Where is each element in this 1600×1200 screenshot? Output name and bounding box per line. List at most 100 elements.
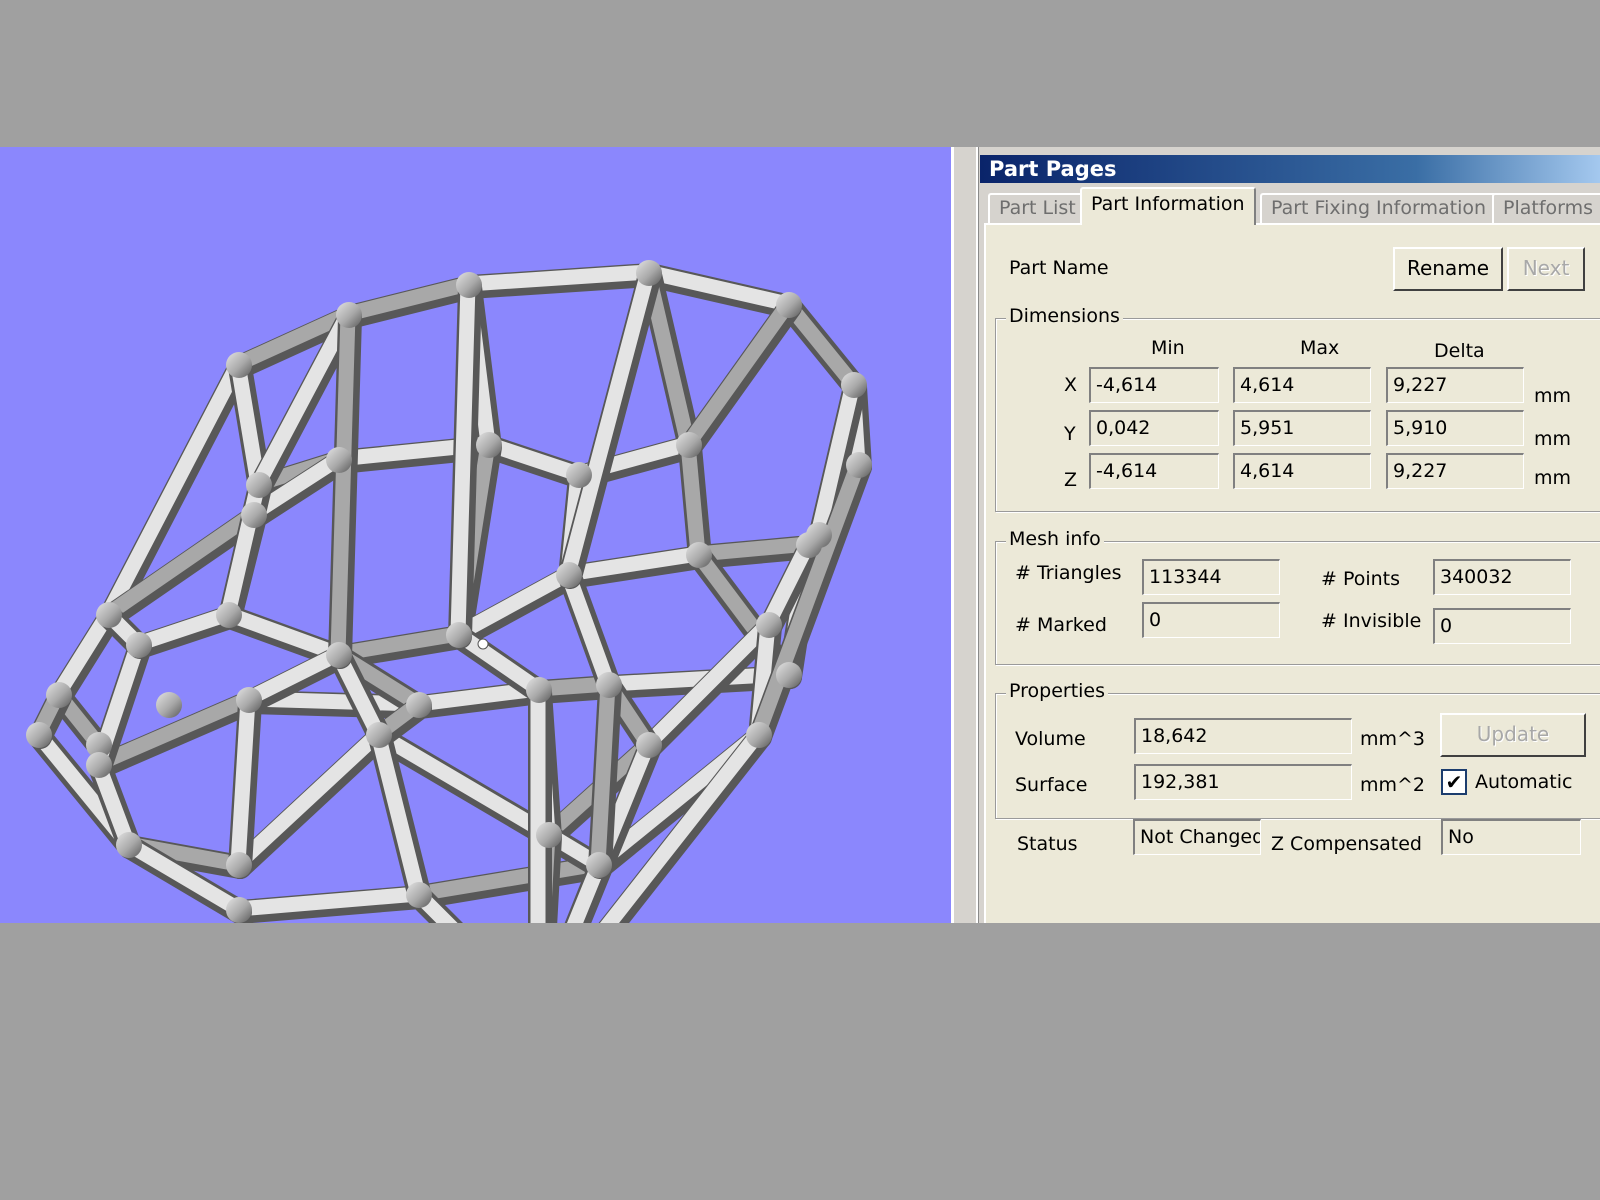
lattice-node: [126, 632, 152, 658]
x-max-field[interactable]: 4,614: [1233, 367, 1371, 403]
3d-viewport[interactable]: [0, 147, 951, 923]
z-max-field[interactable]: 4,614: [1233, 453, 1371, 489]
strut: [450, 276, 476, 642]
strut: [230, 356, 266, 492]
lattice-node: [636, 260, 662, 286]
volume-unit: mm^3: [1360, 728, 1426, 750]
update-button[interactable]: Update: [1440, 713, 1586, 757]
triangles-field[interactable]: 113344: [1142, 559, 1280, 595]
col-max-label: Max: [1300, 337, 1340, 359]
lattice-node: [756, 612, 782, 638]
invisible-label: # Invisible: [1321, 610, 1422, 632]
lattice-node: [336, 302, 362, 328]
lattice-node: [326, 642, 352, 668]
lattice-node: [776, 662, 802, 688]
part-information-page: Part Name Rename Next Dimensions Min Max…: [984, 223, 1600, 923]
triangles-label: # Triangles: [1015, 562, 1122, 584]
x-unit-label: mm: [1534, 385, 1572, 407]
rename-button[interactable]: Rename: [1393, 247, 1503, 291]
lattice-node: [526, 677, 552, 703]
lattice-node: [241, 502, 267, 528]
lattice-node: [556, 562, 582, 588]
surface-field[interactable]: 192,381: [1134, 764, 1352, 800]
z-delta-field[interactable]: 9,227: [1386, 453, 1524, 489]
surface-label: Surface: [1015, 774, 1088, 796]
tab-part-fixing-information[interactable]: Part Fixing Information: [1260, 193, 1498, 223]
lattice-node: [46, 682, 72, 708]
strut: [560, 566, 616, 692]
y-max-field[interactable]: 5,951: [1233, 410, 1371, 446]
lattice-node: [226, 897, 252, 923]
automatic-checkbox[interactable]: ✔: [1441, 769, 1467, 795]
axis-z-label: Z: [1064, 469, 1078, 491]
col-delta-label: Delta: [1434, 340, 1485, 362]
lattice-node: [746, 722, 772, 748]
dimensions-group: Dimensions Min Max Delta X -4,614 4,614 …: [995, 305, 1600, 512]
x-delta-field[interactable]: 9,227: [1386, 367, 1524, 403]
z-compensated-field[interactable]: No: [1441, 819, 1581, 855]
lattice-node: [846, 452, 872, 478]
marked-field[interactable]: 0: [1142, 602, 1280, 638]
invisible-field[interactable]: 0: [1433, 608, 1571, 644]
lattice-node: [446, 622, 472, 648]
y-min-field[interactable]: 0,042: [1089, 410, 1219, 446]
strut: [230, 726, 386, 872]
cursor-marker: [477, 638, 489, 650]
lattice-node: [366, 722, 392, 748]
lattice-node: [246, 472, 272, 498]
z-min-field[interactable]: -4,614: [1089, 453, 1219, 489]
lattice-node: [586, 852, 612, 878]
properties-title: Properties: [1006, 680, 1109, 702]
y-delta-field[interactable]: 5,910: [1386, 410, 1524, 446]
lattice-node: [596, 672, 622, 698]
next-button[interactable]: Next: [1507, 247, 1585, 291]
lattice-node: [96, 602, 122, 628]
axis-x-label: X: [1064, 374, 1078, 396]
lattice-node: [226, 352, 252, 378]
strut: [590, 676, 616, 872]
lattice-node: [456, 272, 482, 298]
automatic-label: Automatic: [1475, 771, 1573, 793]
points-label: # Points: [1321, 568, 1401, 590]
x-min-field[interactable]: -4,614: [1089, 367, 1219, 403]
y-unit-label: mm: [1534, 428, 1572, 450]
part-name-label: Part Name: [1009, 257, 1109, 279]
lattice-node: [476, 432, 502, 458]
lattice-node: [676, 432, 702, 458]
mesh-info-group: Mesh info # Triangles 113344 # Points 34…: [995, 528, 1600, 665]
dimensions-title: Dimensions: [1006, 305, 1123, 327]
lattice-node: [116, 832, 142, 858]
panel-title: Part Pages: [980, 155, 1600, 183]
lattice-node: [326, 447, 352, 473]
strut: [330, 306, 356, 662]
status-field[interactable]: Not Changed: [1133, 819, 1261, 855]
lattice-node: [406, 692, 432, 718]
volume-field[interactable]: 18,642: [1134, 718, 1352, 754]
lattice-struts: [28, 263, 872, 923]
z-compensated-label: Z Compensated: [1271, 833, 1422, 855]
tab-part-information[interactable]: Part Information: [1080, 187, 1256, 225]
lattice-node: [776, 292, 802, 318]
status-label: Status: [1017, 833, 1078, 855]
mesh-info-title: Mesh info: [1006, 528, 1104, 550]
tab-platforms[interactable]: Platforms: [1492, 193, 1600, 223]
axis-y-label: Y: [1064, 423, 1076, 445]
marked-label: # Marked: [1015, 614, 1107, 636]
lattice-node: [236, 687, 262, 713]
lattice-node: [796, 532, 822, 558]
strut: [680, 296, 796, 452]
lattice-node: [216, 602, 242, 628]
lattice-node: [406, 882, 432, 908]
lattice-node: [226, 852, 252, 878]
col-min-label: Min: [1151, 337, 1185, 359]
diamond-lattice-model[interactable]: [0, 147, 951, 923]
strut: [230, 691, 256, 872]
points-field[interactable]: 340032: [1433, 559, 1571, 595]
surface-unit: mm^2: [1360, 774, 1426, 796]
volume-label: Volume: [1015, 728, 1086, 750]
lattice-node: [156, 692, 182, 718]
part-pages-panel: Part Pages Part List Part Information Pa…: [951, 147, 1600, 923]
splitter-handle[interactable]: [976, 147, 979, 923]
tab-part-list[interactable]: Part List: [988, 193, 1087, 223]
lattice-node: [566, 462, 592, 488]
